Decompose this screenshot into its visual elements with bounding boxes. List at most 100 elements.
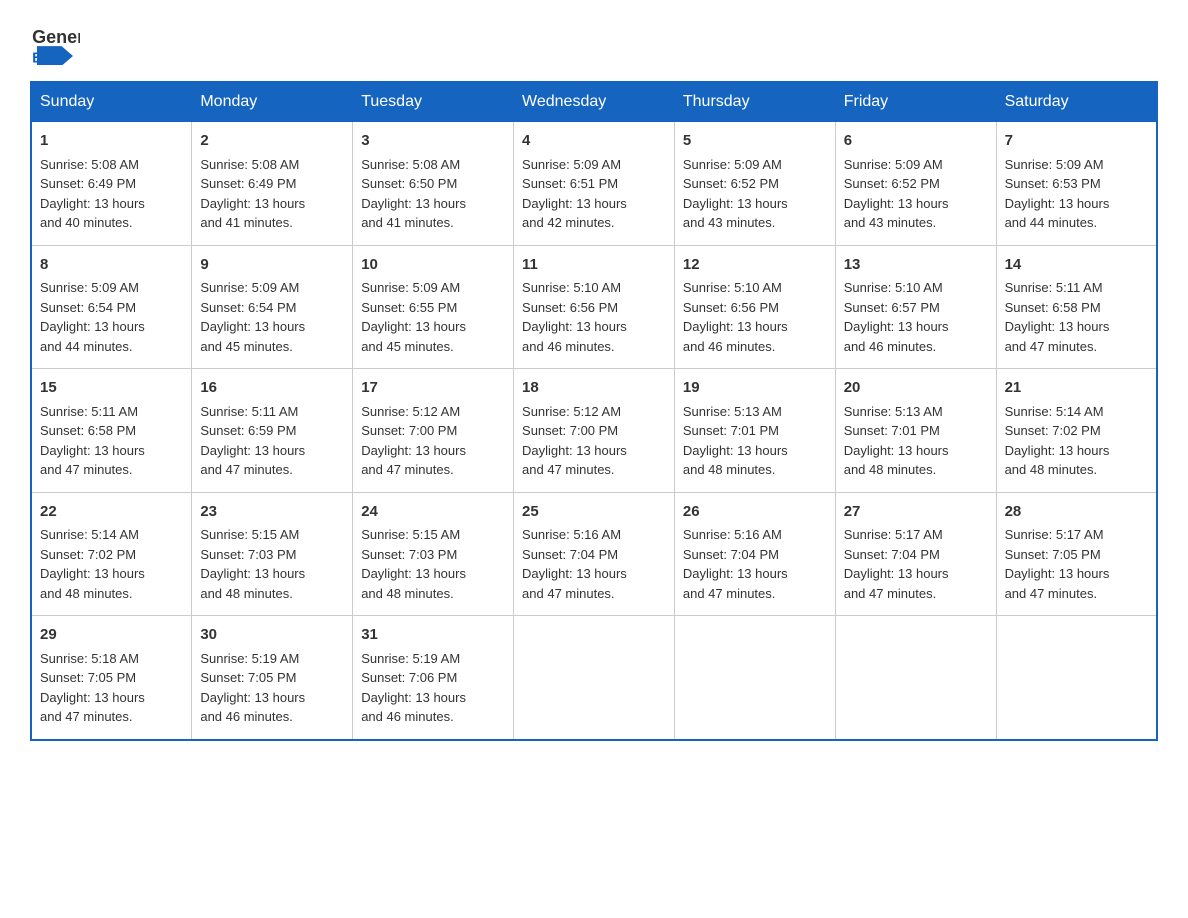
calendar-cell: 8 Sunrise: 5:09 AMSunset: 6:54 PMDaylight… xyxy=(31,245,192,369)
day-info: Sunrise: 5:09 AMSunset: 6:54 PMDaylight:… xyxy=(200,280,305,354)
weekday-header-wednesday: Wednesday xyxy=(514,82,675,122)
day-number: 5 xyxy=(683,130,827,153)
calendar-cell: 22 Sunrise: 5:14 AMSunset: 7:02 PMDayligh… xyxy=(31,492,192,616)
calendar-cell: 24Sunrise: 5:15 AMSunset: 7:03 PMDayligh… xyxy=(353,492,514,616)
day-info: Sunrise: 5:08 AMSunset: 6:49 PMDaylight:… xyxy=(40,157,145,231)
page-header: General Blue xyxy=(30,20,1158,65)
day-number: 10 xyxy=(361,254,505,277)
day-number: 27 xyxy=(844,501,988,524)
svg-text:Blue: Blue xyxy=(32,51,64,65)
day-info: Sunrise: 5:09 AMSunset: 6:54 PMDaylight:… xyxy=(40,280,145,354)
calendar-cell: 6 Sunrise: 5:09 AMSunset: 6:52 PMDaylight… xyxy=(835,122,996,246)
day-number: 18 xyxy=(522,377,666,400)
day-number: 24 xyxy=(361,501,505,524)
day-info: Sunrise: 5:08 AMSunset: 6:49 PMDaylight:… xyxy=(200,157,305,231)
weekday-header-friday: Friday xyxy=(835,82,996,122)
calendar-week-row: 22 Sunrise: 5:14 AMSunset: 7:02 PMDayligh… xyxy=(31,492,1157,616)
day-number: 2 xyxy=(200,130,344,153)
day-info: Sunrise: 5:09 AMSunset: 6:55 PMDaylight:… xyxy=(361,280,466,354)
day-info: Sunrise: 5:12 AMSunset: 7:00 PMDaylight:… xyxy=(522,404,627,478)
day-number: 15 xyxy=(40,377,183,400)
day-number: 13 xyxy=(844,254,988,277)
day-number: 31 xyxy=(361,624,505,647)
day-number: 21 xyxy=(1005,377,1148,400)
day-info: Sunrise: 5:10 AMSunset: 6:56 PMDaylight:… xyxy=(683,280,788,354)
day-info: Sunrise: 5:10 AMSunset: 6:56 PMDaylight:… xyxy=(522,280,627,354)
calendar-cell: 25 Sunrise: 5:16 AMSunset: 7:04 PMDayligh… xyxy=(514,492,675,616)
day-info: Sunrise: 5:19 AMSunset: 7:06 PMDaylight:… xyxy=(361,651,466,725)
calendar-cell xyxy=(514,616,675,740)
calendar-cell: 30 Sunrise: 5:19 AMSunset: 7:05 PMDayligh… xyxy=(192,616,353,740)
calendar-cell: 19 Sunrise: 5:13 AMSunset: 7:01 PMDayligh… xyxy=(674,369,835,493)
day-number: 14 xyxy=(1005,254,1148,277)
day-number: 25 xyxy=(522,501,666,524)
day-number: 4 xyxy=(522,130,666,153)
calendar-cell: 29 Sunrise: 5:18 AMSunset: 7:05 PMDayligh… xyxy=(31,616,192,740)
calendar-cell: 31 Sunrise: 5:19 AMSunset: 7:06 PMDayligh… xyxy=(353,616,514,740)
day-number: 8 xyxy=(40,254,183,277)
day-number: 12 xyxy=(683,254,827,277)
day-number: 3 xyxy=(361,130,505,153)
calendar-cell: 5 Sunrise: 5:09 AMSunset: 6:52 PMDaylight… xyxy=(674,122,835,246)
calendar-cell: 23Sunrise: 5:15 AMSunset: 7:03 PMDayligh… xyxy=(192,492,353,616)
day-info: Sunrise: 5:15 AMSunset: 7:03 PMDaylight:… xyxy=(200,527,305,601)
day-number: 6 xyxy=(844,130,988,153)
svg-text:General: General xyxy=(32,27,80,47)
day-number: 22 xyxy=(40,501,183,524)
calendar-week-row: 29 Sunrise: 5:18 AMSunset: 7:05 PMDayligh… xyxy=(31,616,1157,740)
calendar-cell: 2 Sunrise: 5:08 AMSunset: 6:49 PMDaylight… xyxy=(192,122,353,246)
day-info: Sunrise: 5:08 AMSunset: 6:50 PMDaylight:… xyxy=(361,157,466,231)
calendar-cell xyxy=(996,616,1157,740)
weekday-header-monday: Monday xyxy=(192,82,353,122)
calendar-cell xyxy=(674,616,835,740)
day-number: 19 xyxy=(683,377,827,400)
weekday-header-tuesday: Tuesday xyxy=(353,82,514,122)
day-info: Sunrise: 5:16 AMSunset: 7:04 PMDaylight:… xyxy=(522,527,627,601)
weekday-header-sunday: Sunday xyxy=(31,82,192,122)
day-info: Sunrise: 5:11 AMSunset: 6:59 PMDaylight:… xyxy=(200,404,305,478)
day-info: Sunrise: 5:09 AMSunset: 6:52 PMDaylight:… xyxy=(844,157,949,231)
day-number: 16 xyxy=(200,377,344,400)
weekday-header-thursday: Thursday xyxy=(674,82,835,122)
calendar-cell: 13 Sunrise: 5:10 AMSunset: 6:57 PMDayligh… xyxy=(835,245,996,369)
calendar-week-row: 1 Sunrise: 5:08 AMSunset: 6:49 PMDaylight… xyxy=(31,122,1157,246)
day-info: Sunrise: 5:17 AMSunset: 7:04 PMDaylight:… xyxy=(844,527,949,601)
day-info: Sunrise: 5:10 AMSunset: 6:57 PMDaylight:… xyxy=(844,280,949,354)
calendar-cell: 11Sunrise: 5:10 AMSunset: 6:56 PMDayligh… xyxy=(514,245,675,369)
calendar-cell: 4 Sunrise: 5:09 AMSunset: 6:51 PMDaylight… xyxy=(514,122,675,246)
day-info: Sunrise: 5:14 AMSunset: 7:02 PMDaylight:… xyxy=(40,527,145,601)
day-info: Sunrise: 5:14 AMSunset: 7:02 PMDaylight:… xyxy=(1005,404,1110,478)
calendar-cell: 12 Sunrise: 5:10 AMSunset: 6:56 PMDayligh… xyxy=(674,245,835,369)
day-info: Sunrise: 5:13 AMSunset: 7:01 PMDaylight:… xyxy=(844,404,949,478)
calendar-cell: 9Sunrise: 5:09 AMSunset: 6:54 PMDaylight… xyxy=(192,245,353,369)
day-number: 26 xyxy=(683,501,827,524)
logo-icon: General Blue xyxy=(30,20,80,65)
calendar-cell: 28Sunrise: 5:17 AMSunset: 7:05 PMDayligh… xyxy=(996,492,1157,616)
day-info: Sunrise: 5:09 AMSunset: 6:52 PMDaylight:… xyxy=(683,157,788,231)
day-info: Sunrise: 5:13 AMSunset: 7:01 PMDaylight:… xyxy=(683,404,788,478)
day-number: 7 xyxy=(1005,130,1148,153)
day-number: 20 xyxy=(844,377,988,400)
calendar-week-row: 8 Sunrise: 5:09 AMSunset: 6:54 PMDaylight… xyxy=(31,245,1157,369)
calendar-cell: 15 Sunrise: 5:11 AMSunset: 6:58 PMDayligh… xyxy=(31,369,192,493)
calendar-cell: 21 Sunrise: 5:14 AMSunset: 7:02 PMDayligh… xyxy=(996,369,1157,493)
calendar-cell: 18 Sunrise: 5:12 AMSunset: 7:00 PMDayligh… xyxy=(514,369,675,493)
day-info: Sunrise: 5:18 AMSunset: 7:05 PMDaylight:… xyxy=(40,651,145,725)
day-number: 28 xyxy=(1005,501,1148,524)
day-info: Sunrise: 5:09 AMSunset: 6:51 PMDaylight:… xyxy=(522,157,627,231)
day-info: Sunrise: 5:11 AMSunset: 6:58 PMDaylight:… xyxy=(1005,280,1110,354)
calendar-header-row: SundayMondayTuesdayWednesdayThursdayFrid… xyxy=(31,82,1157,122)
calendar-cell: 10 Sunrise: 5:09 AMSunset: 6:55 PMDayligh… xyxy=(353,245,514,369)
day-number: 30 xyxy=(200,624,344,647)
day-number: 1 xyxy=(40,130,183,153)
calendar-week-row: 15 Sunrise: 5:11 AMSunset: 6:58 PMDayligh… xyxy=(31,369,1157,493)
day-info: Sunrise: 5:11 AMSunset: 6:58 PMDaylight:… xyxy=(40,404,145,478)
calendar-cell: 16 Sunrise: 5:11 AMSunset: 6:59 PMDayligh… xyxy=(192,369,353,493)
day-number: 29 xyxy=(40,624,183,647)
logo: General Blue xyxy=(30,20,82,65)
day-info: Sunrise: 5:19 AMSunset: 7:05 PMDaylight:… xyxy=(200,651,305,725)
calendar-cell: 26 Sunrise: 5:16 AMSunset: 7:04 PMDayligh… xyxy=(674,492,835,616)
calendar-cell: 27 Sunrise: 5:17 AMSunset: 7:04 PMDayligh… xyxy=(835,492,996,616)
calendar-cell: 3 Sunrise: 5:08 AMSunset: 6:50 PMDaylight… xyxy=(353,122,514,246)
day-info: Sunrise: 5:16 AMSunset: 7:04 PMDaylight:… xyxy=(683,527,788,601)
